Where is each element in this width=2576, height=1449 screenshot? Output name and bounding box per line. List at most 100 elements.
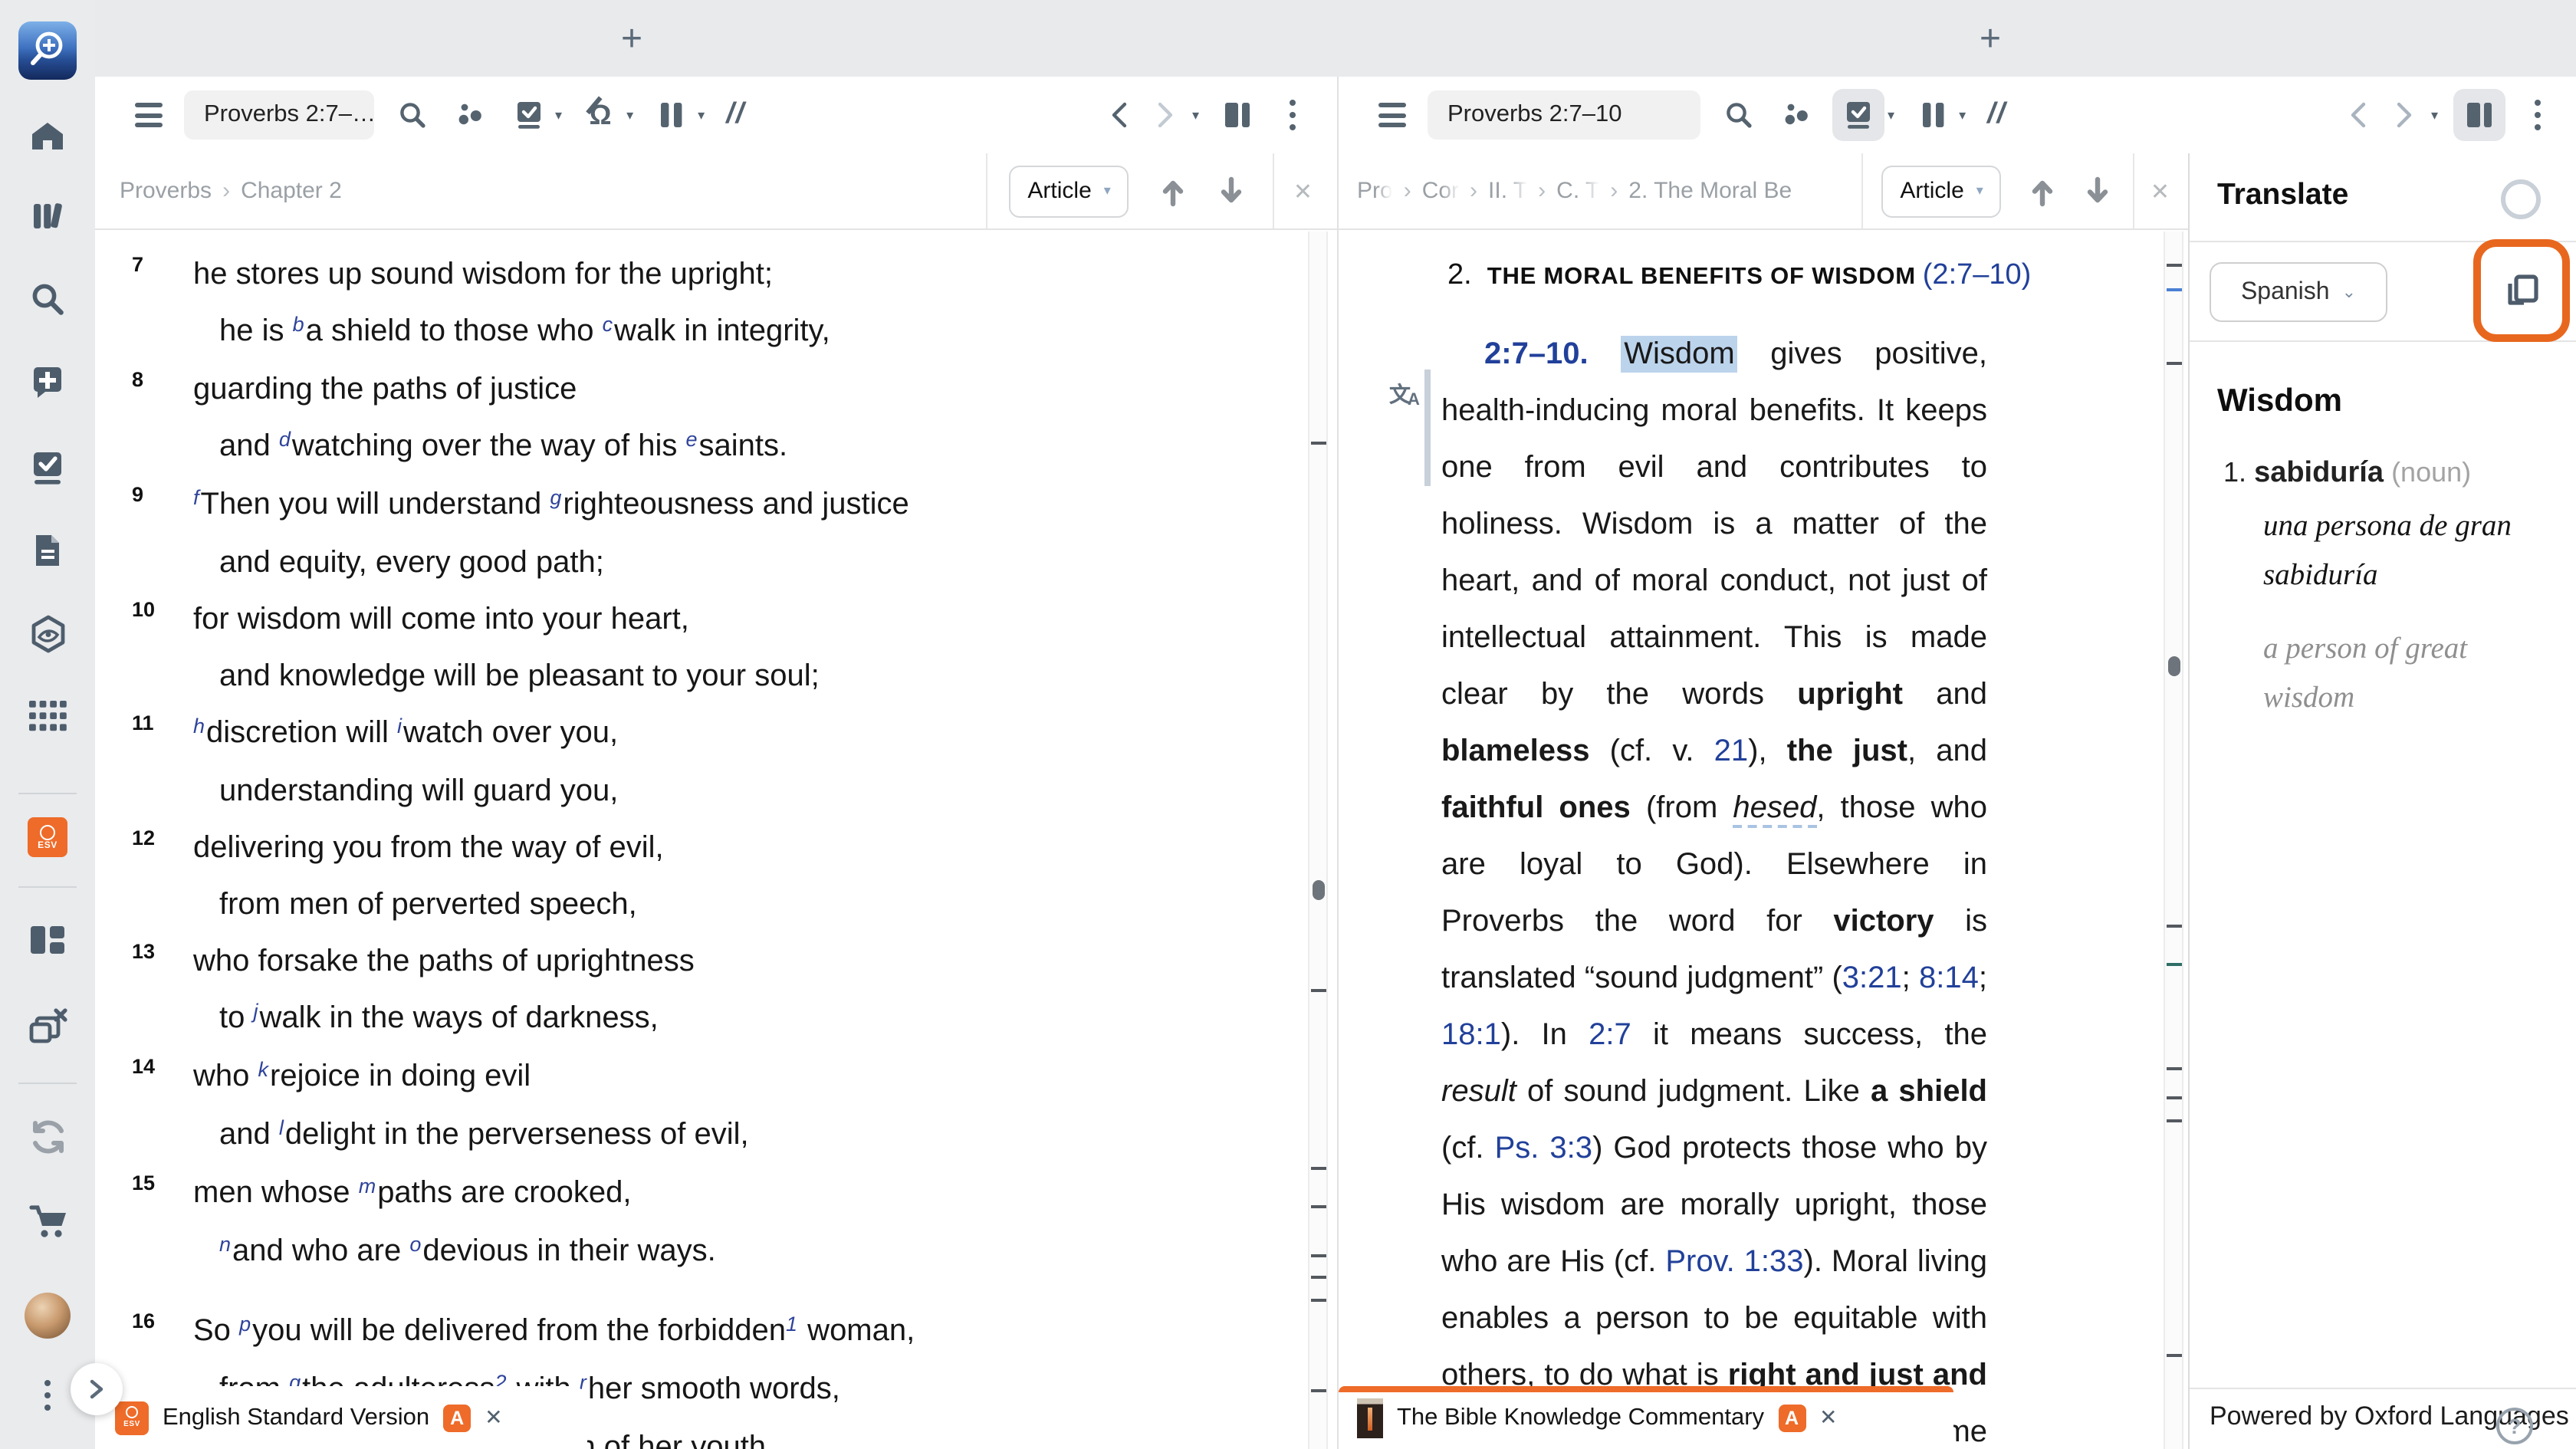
reference-box[interactable]: Proverbs 2:7–… — [184, 90, 374, 140]
apps-grid-icon[interactable] — [0, 699, 95, 733]
columns-caret-icon[interactable]: ▾ — [698, 107, 705, 123]
language-dropdown[interactable]: Spanish ⌄ — [2210, 262, 2387, 322]
search-icon[interactable] — [1716, 90, 1762, 140]
bible-study-icon[interactable] — [0, 362, 95, 402]
footnote-marker[interactable]: d — [279, 428, 291, 451]
community-icon[interactable] — [448, 90, 494, 140]
bible-scrollbar[interactable] — [1308, 232, 1328, 1449]
history-caret-icon[interactable]: ▾ — [1192, 107, 1199, 123]
panel-layout-icon-active[interactable] — [2453, 89, 2505, 141]
footnote-marker[interactable]: j — [254, 1000, 258, 1023]
reference-link[interactable]: 21 — [1714, 734, 1749, 768]
visual-filters-caret-icon[interactable]: ▾ — [555, 107, 562, 123]
forward-icon[interactable] — [2382, 90, 2428, 140]
reference-link[interactable]: 2:7–10. — [1484, 337, 1621, 371]
morphology-filter-icon[interactable]: Ω — [577, 90, 623, 140]
next-article-icon[interactable] — [2075, 166, 2121, 215]
scrollbar-thumb[interactable] — [2168, 656, 2180, 676]
search-icon[interactable] — [0, 279, 95, 319]
parallel-resources-icon[interactable]: // — [726, 98, 745, 132]
reference-link[interactable]: 3:21 — [1842, 961, 1902, 995]
columns-icon[interactable] — [649, 90, 695, 140]
forward-icon[interactable] — [1143, 90, 1189, 140]
back-icon[interactable] — [2336, 90, 2382, 140]
scrollbar-thumb[interactable] — [1313, 880, 1325, 900]
new-tab-button[interactable]: + — [1980, 18, 2001, 61]
breadcrumb-item[interactable]: Chapter 2 — [241, 178, 342, 204]
community-icon[interactable] — [1774, 90, 1820, 140]
parallel-resources-icon[interactable]: // — [1987, 98, 2006, 132]
breadcrumb-item[interactable]: 2. The Moral Be — [1628, 178, 1792, 204]
search-icon[interactable] — [389, 90, 435, 140]
close-locator-icon[interactable]: ✕ — [2150, 177, 2170, 205]
breadcrumb-item[interactable]: Proverbs — [120, 178, 212, 204]
breadcrumb-item[interactable]: C. T — [1556, 178, 1599, 204]
breadcrumb[interactable]: Pro › Cor › II. T › C. T › 2. The Moral Be — [1357, 178, 1861, 204]
footnote-marker[interactable]: b — [293, 313, 304, 336]
reference-link[interactable]: 18:1 — [1441, 1018, 1501, 1052]
close-tab-icon[interactable]: ✕ — [1819, 1405, 1837, 1431]
selected-word[interactable]: Wisdom — [1621, 336, 1738, 373]
panel-layout-icon[interactable] — [1214, 90, 1260, 140]
logos-app-logo-icon[interactable] — [0, 21, 95, 80]
footnote-marker[interactable]: k — [258, 1058, 269, 1081]
panel-more-options-icon[interactable] — [2515, 90, 2561, 140]
columns-icon[interactable] — [1910, 90, 1956, 140]
reference-box[interactable]: Proverbs 2:7–10 — [1428, 90, 1700, 140]
tab-english-standard-version[interactable]: ESV English Standard Version A ✕ — [97, 1386, 587, 1449]
tab-bible-knowledge-commentary[interactable]: The Bible Knowledge Commentary A ✕ — [1339, 1386, 1953, 1449]
help-icon[interactable]: ? — [2496, 1408, 2533, 1444]
sync-icon[interactable] — [0, 1116, 95, 1158]
esv-resource-icon[interactable]: ESV — [0, 817, 95, 857]
breadcrumb[interactable]: Proverbs › Chapter 2 — [120, 178, 986, 204]
library-icon[interactable] — [0, 196, 95, 236]
article-dropdown[interactable]: Article ▾ — [1881, 165, 2002, 217]
previous-article-icon[interactable] — [1151, 166, 1197, 215]
footnote-marker[interactable]: p — [239, 1313, 251, 1336]
breadcrumb-item[interactable]: Cor — [1422, 178, 1459, 204]
panel-menu-icon[interactable] — [126, 90, 172, 140]
footnote-marker[interactable]: c — [603, 313, 613, 336]
reference-link[interactable]: Prov. 1:33 — [1665, 1245, 1803, 1279]
morphology-caret-icon[interactable]: ▾ — [626, 107, 633, 123]
reference-link[interactable]: Ps. 3:3 — [1495, 1132, 1592, 1165]
footnote-marker[interactable]: 1 — [786, 1313, 797, 1336]
footnote-marker[interactable]: f — [193, 486, 199, 509]
passage-guide-icon[interactable] — [0, 448, 95, 488]
history-caret-icon[interactable]: ▾ — [2431, 107, 2438, 123]
commentary-scrollbar[interactable] — [2164, 232, 2183, 1449]
close-locator-icon[interactable]: ✕ — [1293, 177, 1313, 205]
footnote-marker[interactable]: o — [409, 1233, 421, 1256]
columns-caret-icon[interactable]: ▾ — [1959, 107, 1966, 123]
reference-link[interactable]: 2:7 — [1589, 1018, 1631, 1052]
factbook-icon[interactable] — [0, 613, 95, 655]
footnote-marker[interactable]: n — [219, 1233, 231, 1256]
panel-more-options-icon[interactable] — [1270, 90, 1316, 140]
next-article-icon[interactable] — [1209, 166, 1255, 215]
visual-filters-icon[interactable] — [506, 90, 552, 140]
expand-sidebar-button[interactable] — [71, 1363, 123, 1415]
previous-article-icon[interactable] — [2020, 166, 2066, 215]
footnote-marker[interactable]: g — [550, 486, 561, 509]
footnote-marker[interactable]: e — [686, 428, 698, 451]
translate-margin-icon[interactable]: 文A — [1389, 379, 1423, 409]
visual-filters-icon-active[interactable] — [1832, 89, 1884, 141]
copy-button-highlight-ring[interactable] — [2473, 239, 2570, 342]
cart-icon[interactable] — [0, 1202, 95, 1240]
visual-filters-caret-icon[interactable]: ▾ — [1888, 107, 1894, 123]
article-dropdown[interactable]: Article ▾ — [1009, 165, 1129, 217]
footnote-marker[interactable]: m — [359, 1175, 376, 1198]
reference-link[interactable]: 8:14 — [1919, 961, 1979, 995]
footnote-marker[interactable]: h — [193, 715, 205, 738]
footnote-marker[interactable]: l — [279, 1116, 284, 1139]
close-all-panels-icon[interactable] — [0, 1007, 95, 1047]
panel-menu-icon[interactable] — [1369, 90, 1415, 140]
breadcrumb-item[interactable]: II. T — [1488, 178, 1527, 204]
reference-link[interactable]: (2:7–10) — [1923, 259, 2032, 291]
footnote-marker[interactable]: i — [397, 715, 402, 738]
breadcrumb-item[interactable]: Pro — [1357, 178, 1393, 204]
back-icon[interactable] — [1097, 90, 1143, 140]
layouts-icon[interactable] — [0, 922, 95, 958]
close-tab-icon[interactable]: ✕ — [485, 1405, 502, 1431]
user-avatar[interactable] — [0, 1293, 95, 1339]
